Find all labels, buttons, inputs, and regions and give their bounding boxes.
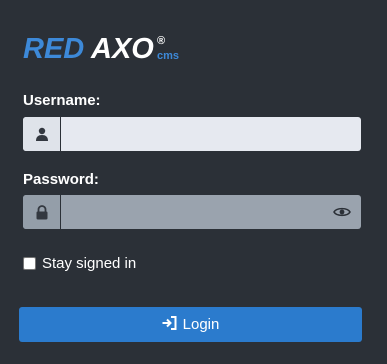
username-input[interactable] <box>61 117 361 151</box>
svg-text:cms: cms <box>157 50 179 62</box>
stay-signed-in-checkbox[interactable] <box>23 257 36 270</box>
login-button[interactable]: Login <box>19 307 362 342</box>
login-panel: RED AXO ® cms Username: Password: Stay s… <box>0 0 387 364</box>
username-input-group <box>23 117 361 151</box>
stay-signed-in-label: Stay signed in <box>42 255 137 272</box>
password-input-group <box>23 195 361 229</box>
redaxo-logo: RED AXO ® cms <box>23 32 183 64</box>
lock-icon <box>23 195 61 229</box>
stay-signed-in-row[interactable]: Stay signed in <box>23 255 136 272</box>
svg-text:®: ® <box>157 35 165 47</box>
login-button-label: Login <box>182 316 220 333</box>
svg-text:RED: RED <box>23 33 84 64</box>
password-label: Password: <box>23 171 99 188</box>
eye-icon[interactable] <box>323 195 361 229</box>
sign-in-icon <box>162 315 177 334</box>
password-input[interactable] <box>61 195 323 229</box>
username-label: Username: <box>23 92 101 109</box>
user-icon <box>23 117 61 151</box>
svg-text:AXO: AXO <box>90 33 154 64</box>
